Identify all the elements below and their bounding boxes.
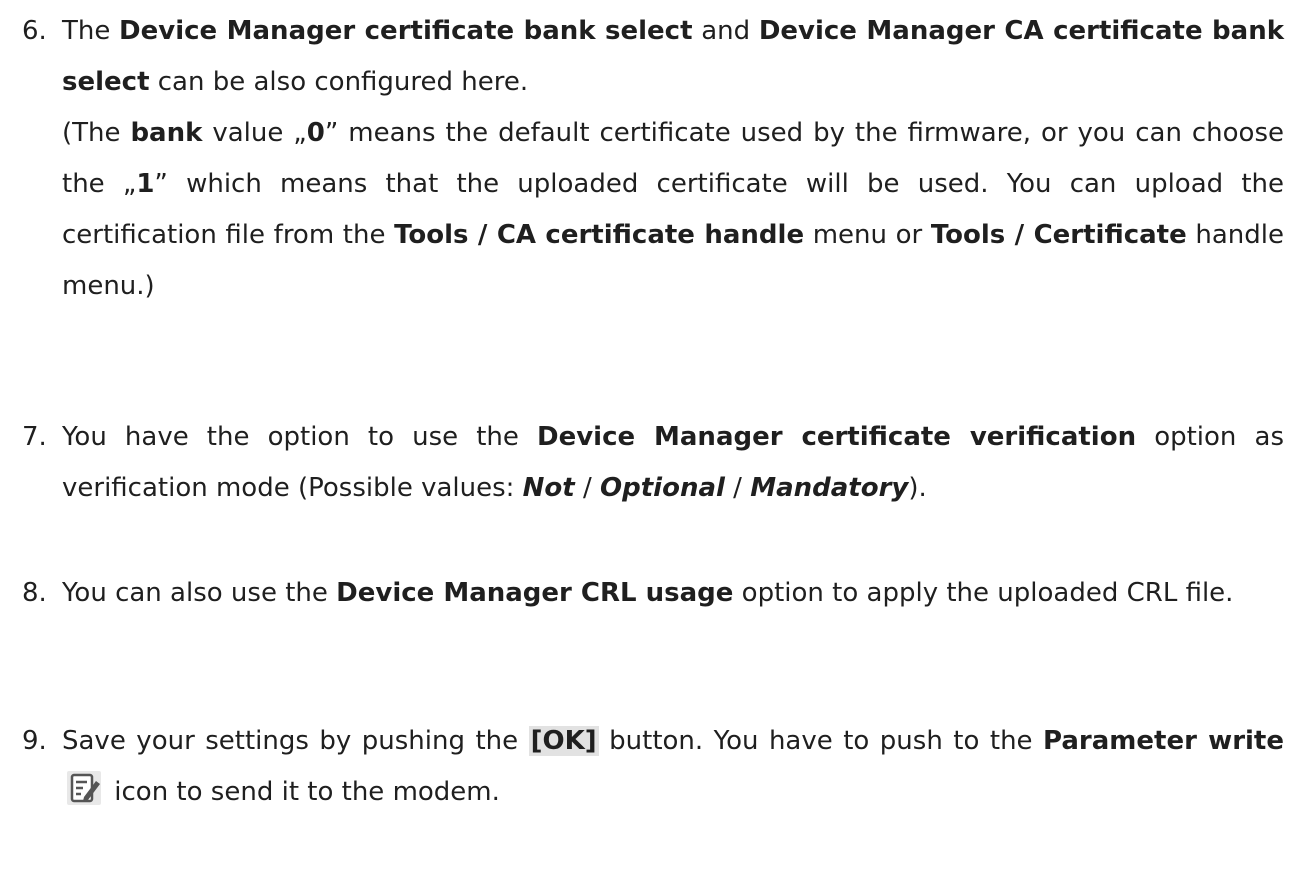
text: (The <box>62 118 131 148</box>
step-9: 9. Save your settings by pushing the [OK… <box>22 716 1284 818</box>
emphasis: Device Manager certificate verification <box>537 422 1137 452</box>
step-8: 8. You can also use the Device Manager C… <box>22 568 1284 619</box>
text: You can also use the <box>62 578 337 608</box>
value-optional: Optional <box>600 473 725 503</box>
step-6: 6. The Device Manager certificate bank s… <box>22 6 1284 312</box>
text: The <box>62 16 120 46</box>
emphasis: bank <box>130 118 203 148</box>
emphasis: Parameter write <box>1043 726 1284 756</box>
text: and <box>692 16 759 46</box>
text: option to apply the uploaded CRL file. <box>733 578 1234 608</box>
value-not: Not <box>522 473 575 503</box>
text: can be also configured here. <box>149 67 529 97</box>
text: You have the option to use the <box>62 422 537 452</box>
step-7: 7. You have the option to use the Device… <box>22 412 1284 514</box>
step-body: The Device Manager certificate bank sele… <box>62 6 1284 312</box>
edit-document-icon <box>66 770 102 806</box>
value-mandatory: Mandatory <box>750 473 909 503</box>
text: value „ <box>202 118 307 148</box>
step-number: 7. <box>22 422 47 452</box>
step-body: You have the option to use the Device Ma… <box>62 412 1284 514</box>
paragraph: (The bank value „0” means the default ce… <box>62 108 1284 312</box>
text: menu or <box>804 220 931 250</box>
emphasis: 0 <box>306 118 325 148</box>
text: icon to send it to the modem. <box>106 777 500 807</box>
emphasis: 1 <box>136 169 155 199</box>
step-number: 8. <box>22 578 47 608</box>
step-body: You can also use the Device Manager CRL … <box>62 568 1284 619</box>
emphasis: Tools / CA certificate handle <box>394 220 805 250</box>
step-number: 9. <box>22 726 47 756</box>
emphasis: Tools / Certificate <box>930 220 1187 250</box>
text: / <box>724 473 751 503</box>
step-body: Save your settings by pushing the [OK] b… <box>62 716 1284 818</box>
paragraph: The Device Manager certificate bank sele… <box>62 6 1284 108</box>
emphasis: Device Manager certificate bank select <box>119 16 693 46</box>
text: button. You have to push to the <box>598 726 1044 756</box>
emphasis: Device Manager CRL usage <box>336 578 734 608</box>
step-number: 6. <box>22 16 47 46</box>
text: / <box>574 473 601 503</box>
text: ). <box>908 473 927 503</box>
text: Save your settings by pushing the <box>62 726 529 756</box>
ok-button-reference: [OK] <box>528 726 599 756</box>
